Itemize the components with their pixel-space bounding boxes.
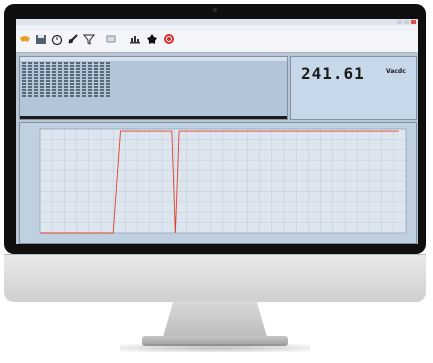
open-icon[interactable] xyxy=(19,33,31,45)
stand-shadow xyxy=(120,344,310,352)
save-icon[interactable] xyxy=(35,33,47,45)
stop-icon[interactable] xyxy=(163,33,175,45)
alarm-icon[interactable] xyxy=(146,33,158,45)
minimize-button[interactable] xyxy=(397,20,402,24)
chart-icon[interactable] xyxy=(129,33,141,45)
table-row xyxy=(22,89,112,91)
timer-icon[interactable] xyxy=(51,33,63,45)
toolbar xyxy=(16,31,418,53)
readout-panel: 241.61 Vacdc xyxy=(290,56,417,120)
table-row xyxy=(22,71,112,73)
monitor-stand-neck xyxy=(163,301,267,337)
table-row xyxy=(22,74,112,76)
table-row xyxy=(22,62,112,64)
readout-value: 241.61 xyxy=(301,64,365,83)
screen: 241.61 Vacdc xyxy=(16,19,418,244)
table-row xyxy=(22,92,112,94)
close-button[interactable] xyxy=(411,20,416,24)
readout-unit: Vacdc xyxy=(386,68,406,75)
file-icon[interactable] xyxy=(105,33,117,45)
window-controls xyxy=(397,20,416,24)
monitor-chin xyxy=(4,254,426,302)
data-log-footer xyxy=(20,116,287,119)
trend-chart xyxy=(39,128,407,234)
table-row xyxy=(22,83,112,85)
probe-icon[interactable] xyxy=(67,33,79,45)
camera xyxy=(213,8,217,12)
data-log-rows xyxy=(22,62,112,98)
table-row xyxy=(22,77,112,79)
table-row xyxy=(22,65,112,67)
table-row xyxy=(22,95,112,97)
chart-panel xyxy=(19,122,417,244)
table-row xyxy=(22,86,112,88)
data-log-header xyxy=(20,57,287,61)
table-row xyxy=(22,68,112,70)
table-row xyxy=(22,80,112,82)
data-log-panel xyxy=(19,56,288,120)
maximize-button[interactable] xyxy=(404,20,409,24)
filter-icon[interactable] xyxy=(83,33,95,45)
